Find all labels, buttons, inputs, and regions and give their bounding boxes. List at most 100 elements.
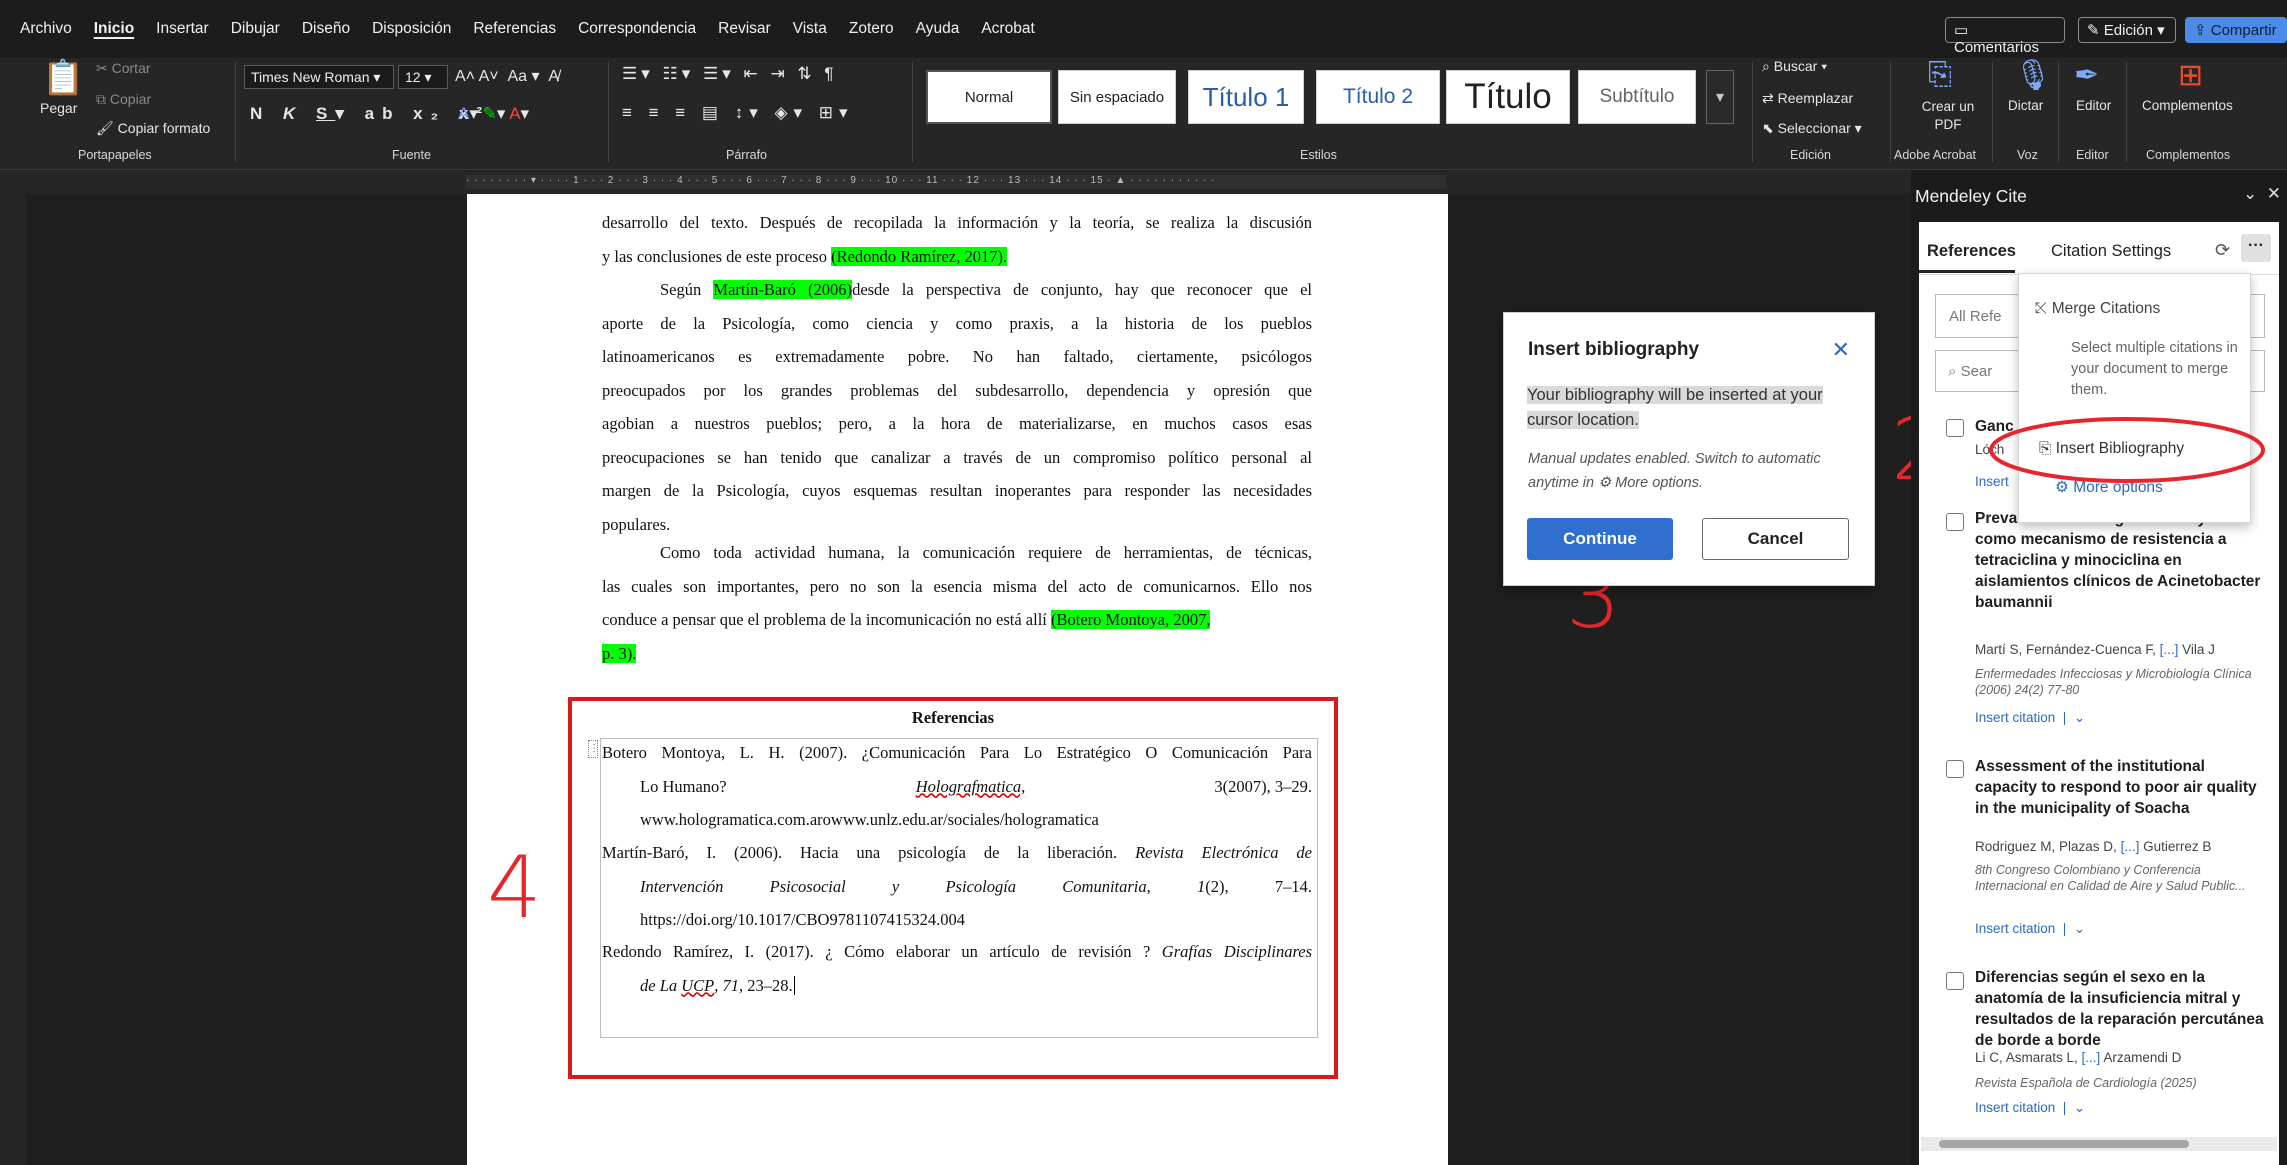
menu-referencias[interactable]: Referencias: [473, 20, 556, 38]
addins-grid-icon[interactable]: ⊞: [2178, 58, 2203, 93]
paragraph-2[interactable]: Según Martín-Baró (2006)desde la perspec…: [602, 273, 1312, 541]
find-button[interactable]: ⌕ Buscar ▾: [1762, 58, 1827, 75]
copy-button[interactable]: ⧉ Copiar: [96, 91, 151, 108]
refresh-icon[interactable]: ⟳: [2215, 240, 2230, 261]
menu-ayuda[interactable]: Ayuda: [916, 20, 960, 38]
addins-button[interactable]: Complementos: [2142, 98, 2233, 113]
chevron-down-icon[interactable]: ⌄: [2074, 710, 2085, 725]
menu-revisar[interactable]: Revisar: [718, 20, 771, 38]
bibliography-entry-redondo[interactable]: Redondo Ramírez, I. (2017). ¿ Cómo elabo…: [602, 935, 1312, 1002]
divider: [608, 62, 609, 162]
share-icon: ⇪: [2194, 22, 2211, 39]
style-heading-2[interactable]: Título 2: [1316, 70, 1440, 124]
copy-icon: ⧉: [96, 91, 110, 107]
style-normal[interactable]: Normal: [926, 70, 1052, 124]
search-icon: ⌕: [1762, 58, 1774, 74]
menu-correspondencia[interactable]: Correspondencia: [578, 20, 696, 38]
divider: [1890, 62, 1891, 162]
journal-name: de La: [640, 975, 682, 995]
more-options-button[interactable]: ···: [2241, 234, 2271, 262]
list-buttons[interactable]: ☰▾ ☷▾ ☰▾ ⇤ ⇥ ⇅ ¶: [622, 64, 838, 84]
paragraph-1[interactable]: desarrollo del texto. Después de recopil…: [602, 206, 1312, 273]
annotation-ellipse: [1989, 417, 2265, 483]
styles-more-button[interactable]: ▾: [1706, 70, 1734, 124]
dictate-button[interactable]: Dictar: [2008, 98, 2043, 113]
menu-acrobat[interactable]: Acrobat: [981, 20, 1034, 38]
select-button[interactable]: ⬉ Seleccionar ▾: [1762, 120, 1862, 137]
insert-citation-link[interactable]: Insert citation | ⌄: [1975, 710, 2085, 726]
citation-botero-page[interactable]: p. 3).: [602, 643, 637, 663]
field-handle-icon[interactable]: ⋮: [588, 740, 599, 758]
style-heading-1[interactable]: Título 1: [1188, 70, 1304, 124]
font-name-select[interactable]: Times New Roman ▾: [244, 65, 394, 89]
scrollbar-thumb[interactable]: [1939, 1140, 2189, 1148]
menu-zotero[interactable]: Zotero: [849, 20, 894, 38]
menu-dibujar[interactable]: Dibujar: [231, 20, 280, 38]
replace-button[interactable]: ⇄ Reemplazar: [1762, 90, 1853, 107]
bibliography-entry-botero[interactable]: Botero Montoya, L. H. (2007). ¿Comunicac…: [602, 736, 1312, 837]
authors-text: Arzamendi D: [2100, 1050, 2182, 1065]
merge-citations-item[interactable]: ⤪ Merge Citations: [2035, 300, 2160, 318]
paste-icon[interactable]: 📋: [42, 58, 84, 98]
cut-button[interactable]: ✂ Cortar: [96, 60, 151, 77]
chevron-down-icon[interactable]: ⌄: [2074, 1100, 2085, 1115]
annotation-step-4: 4: [487, 838, 542, 938]
citation-redondo-2017[interactable]: (Redondo Ramírez, 2017).: [831, 246, 1008, 266]
citation-martin-baro-2006[interactable]: Martín-Baró (2006): [713, 280, 853, 299]
insert-citation-link[interactable]: Insert citation | ⌄: [1975, 1100, 2085, 1116]
paragraph-3[interactable]: Como toda actividad humana, la comunicac…: [602, 536, 1312, 670]
menu-insertar[interactable]: Insertar: [156, 20, 209, 38]
reference-checkbox[interactable]: [1946, 513, 1964, 531]
menu-archivo[interactable]: Archivo: [20, 20, 72, 38]
chevron-down-icon[interactable]: ⌄: [2074, 921, 2085, 936]
editor-pen-icon[interactable]: ✒: [2074, 58, 2099, 93]
authors-text: Li C, Asmarats L,: [1975, 1050, 2082, 1065]
create-pdf-icon[interactable]: ⎘: [1928, 58, 1952, 92]
menu-disposicion[interactable]: Disposición: [372, 20, 451, 38]
horizontal-ruler[interactable]: · · · · · · · · ▾ · · · · 1 · · · 2 · · …: [0, 170, 1911, 194]
continue-button[interactable]: Continue: [1527, 518, 1673, 560]
chevron-down-icon[interactable]: ⌄ ✕: [2243, 184, 2281, 204]
share-button[interactable]: ⇪ Compartir: [2185, 17, 2287, 43]
comments-button[interactable]: ▭ Comentarios: [1945, 17, 2065, 56]
text-line: preocupados por los grandes problemas de…: [602, 380, 1312, 400]
editing-label: Edición: [2103, 22, 2153, 39]
format-painter-button[interactable]: 🖌 Copiar formato: [96, 120, 210, 137]
close-icon[interactable]: ✕: [1832, 337, 1850, 363]
create-pdf-button[interactable]: Crear un PDF: [1918, 98, 1978, 134]
reference-checkbox[interactable]: [1946, 760, 1964, 778]
vertical-ruler[interactable]: [0, 194, 26, 1165]
authors-expand-link[interactable]: [...]: [2082, 1050, 2101, 1065]
font-format-buttons[interactable]: N K S▾ ab x₂ x²: [250, 104, 490, 124]
reference-checkbox[interactable]: [1946, 972, 1964, 990]
microphone-icon[interactable]: 🎙: [2014, 58, 2052, 93]
grow-shrink-font-buttons[interactable]: A˄ A˅ Aa ▾ A̸: [455, 66, 559, 86]
tab-references[interactable]: References: [1927, 242, 2016, 261]
text-line: latinoamericanos es extremadamente pobre…: [602, 347, 1312, 366]
editing-mode-button[interactable]: ✎ Edición ▾: [2078, 17, 2176, 43]
style-title[interactable]: Título: [1446, 70, 1570, 124]
style-no-spacing[interactable]: Sin espaciado: [1058, 70, 1176, 124]
alignment-buttons[interactable]: ≡ ≡ ≡ ▤ ↕▾ ◈▾ ⊞▾: [622, 103, 854, 123]
authors-expand-link[interactable]: [...]: [2121, 839, 2140, 854]
style-subtitle[interactable]: Subtítulo: [1578, 70, 1696, 124]
text-line: Redondo Ramírez, I. (2017). ¿ Cómo elabo…: [602, 935, 1312, 969]
reference-checkbox[interactable]: [1946, 419, 1964, 437]
insert-citation-label: Insert citation: [1975, 1100, 2056, 1115]
tab-citation-settings[interactable]: Citation Settings: [2051, 242, 2171, 261]
menu-diseno[interactable]: Diseño: [302, 20, 350, 38]
font-size-select[interactable]: 12 ▾: [398, 65, 448, 89]
menu-vista[interactable]: Vista: [793, 20, 827, 38]
authors-expand-link[interactable]: [...]: [2160, 642, 2179, 657]
cancel-button[interactable]: Cancel: [1702, 518, 1849, 560]
editor-button[interactable]: Editor: [2076, 98, 2111, 113]
horizontal-scrollbar[interactable]: [1921, 1137, 2277, 1151]
menu-inicio[interactable]: Inicio: [94, 20, 134, 38]
insert-citation-link[interactable]: Insert citation | ⌄: [1975, 921, 2085, 937]
paste-button[interactable]: Pegar: [40, 100, 77, 116]
text-line: de La UCP, 71, 23–28.​: [602, 969, 1312, 1003]
text-run: 3(2007), 3–29.: [1214, 776, 1312, 796]
bibliography-entry-martin-baro[interactable]: Martín-Baró, I. (2006). Hacia una psicol…: [602, 836, 1312, 937]
citation-botero-2007[interactable]: (Botero Montoya, 2007,: [1051, 610, 1211, 629]
text-effect-color-buttons[interactable]: A▾ ✎▾ A▾: [458, 104, 529, 124]
